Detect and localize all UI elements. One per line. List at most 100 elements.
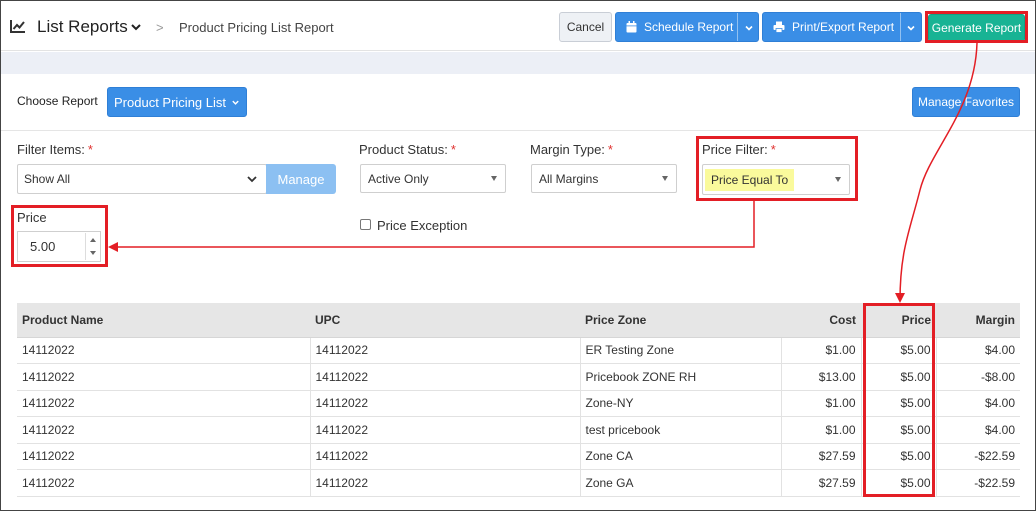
cell-price: $5.00 — [861, 469, 937, 497]
cell-price-zone: Zone CA — [580, 443, 782, 470]
column-header-cost[interactable]: Cost — [781, 303, 861, 338]
choose-report-dropdown[interactable]: Product Pricing List — [107, 87, 247, 117]
cell-cost: $1.00 — [781, 337, 862, 364]
schedule-report-button[interactable]: Schedule Report — [615, 12, 759, 42]
cell-margin: -$22.59 — [936, 469, 1020, 497]
column-header-product-name[interactable]: Product Name — [17, 303, 310, 338]
margin-type-label-text: Margin Type: — [530, 142, 605, 157]
cell-price: $5.00 — [861, 337, 937, 364]
cell-price: $5.00 — [861, 416, 937, 444]
product-status-label-text: Product Status: — [359, 142, 448, 157]
cell-price: $5.00 — [861, 443, 937, 470]
cell-price-zone: Zone-NY — [580, 390, 782, 417]
report-table: Product Name UPC Price Zone Cost Price M… — [17, 303, 1020, 497]
spinner-up-icon[interactable] — [90, 238, 96, 242]
price-spinner[interactable] — [85, 233, 99, 260]
filter-items-label: Filter Items: * — [17, 142, 93, 157]
cell-cost: $1.00 — [781, 390, 862, 417]
cell-cost: $13.00 — [781, 363, 862, 391]
price-filter-label-text: Price Filter: — [702, 142, 768, 157]
cell-cost: $27.59 — [781, 443, 862, 470]
cell-cost: $1.00 — [781, 416, 862, 444]
manage-button[interactable]: Manage — [266, 164, 336, 194]
required-mark: * — [607, 142, 613, 157]
cell-cost: $27.59 — [781, 469, 862, 497]
price-filter-value: Price Equal To — [705, 168, 795, 191]
cell-price-zone: ER Testing Zone — [580, 337, 782, 364]
cell-margin: $4.00 — [936, 416, 1020, 444]
price-exception-checkbox[interactable] — [360, 219, 371, 230]
cell-margin: $4.00 — [936, 337, 1020, 364]
chevron-down-icon[interactable] — [744, 23, 754, 33]
cell-upc: 14112022 — [310, 390, 581, 417]
product-status-select[interactable]: Active Only — [360, 164, 506, 193]
cell-price-zone: test pricebook — [580, 416, 782, 444]
column-header-margin[interactable]: Margin — [936, 303, 1020, 338]
chevron-down-icon[interactable] — [906, 23, 916, 33]
product-status-value: Active Only — [368, 171, 429, 186]
table-row: 14112022 14112022 Zone GA $27.59 $5.00 -… — [17, 469, 1020, 497]
header-bar: List Reports > Product Pricing List Repo… — [1, 1, 1035, 51]
chevron-down-icon[interactable] — [129, 20, 143, 34]
print-export-button[interactable]: Print/Export Report — [762, 12, 922, 42]
schedule-report-label: Schedule Report — [644, 20, 734, 34]
cell-upc: 14112022 — [310, 337, 581, 364]
margin-type-label: Margin Type: * — [530, 142, 613, 157]
print-export-label: Print/Export Report — [792, 20, 895, 34]
cell-upc: 14112022 — [310, 363, 581, 391]
header-shadow-band — [1, 52, 1035, 74]
price-input[interactable]: 5.00 — [17, 231, 101, 262]
price-label: Price — [17, 210, 47, 225]
manage-favorites-button[interactable]: Manage Favorites — [912, 87, 1020, 117]
filter-items-label-text: Filter Items: — [17, 142, 85, 157]
dropdown-arrow-icon — [835, 176, 841, 182]
breadcrumb-separator: > — [156, 20, 164, 35]
arrow-generate-to-price-column — [895, 42, 978, 303]
generate-report-button[interactable]: Generate Report — [928, 14, 1025, 42]
product-status-label: Product Status: * — [359, 142, 456, 157]
cell-margin: -$22.59 — [936, 443, 1020, 470]
choose-report-label: Choose Report — [17, 94, 98, 108]
column-header-upc[interactable]: UPC — [310, 303, 580, 338]
cell-margin: -$8.00 — [936, 363, 1020, 391]
line-chart-icon — [10, 20, 25, 33]
calendar-icon — [626, 21, 637, 33]
button-divider — [737, 13, 738, 41]
cell-product-name: 14112022 — [17, 390, 311, 417]
cell-price-zone: Pricebook ZONE RH — [580, 363, 782, 391]
table-header-row: Product Name UPC Price Zone Cost Price M… — [17, 303, 1020, 338]
cell-upc: 14112022 — [310, 469, 581, 497]
table-row: 14112022 14112022 Pricebook ZONE RH $13.… — [17, 363, 1020, 391]
table-row: 14112022 14112022 test pricebook $1.00 $… — [17, 416, 1020, 444]
cell-product-name: 14112022 — [17, 337, 311, 364]
button-divider — [900, 13, 901, 41]
cell-price: $5.00 — [861, 390, 937, 417]
column-header-price-zone[interactable]: Price Zone — [580, 303, 781, 338]
required-mark: * — [770, 142, 776, 157]
printer-icon — [773, 21, 785, 33]
cell-upc: 14112022 — [310, 443, 581, 470]
cell-upc: 14112022 — [310, 416, 581, 444]
cancel-button[interactable]: Cancel — [559, 12, 612, 42]
breadcrumb: Product Pricing List Report — [179, 20, 334, 35]
margin-type-select[interactable]: All Margins — [531, 164, 677, 193]
table-row: 14112022 14112022 Zone-NY $1.00 $5.00 $4… — [17, 390, 1020, 417]
dropdown-arrow-icon — [662, 175, 668, 181]
price-filter-select[interactable]: Price Equal To — [702, 164, 850, 195]
app-title: List Reports — [37, 17, 128, 36]
choose-report-value: Product Pricing List — [114, 94, 226, 110]
cell-product-name: 14112022 — [17, 416, 311, 444]
required-mark: * — [450, 142, 456, 157]
cell-product-name: 14112022 — [17, 363, 311, 391]
column-header-price[interactable]: Price — [861, 303, 936, 338]
chevron-down-icon — [247, 176, 257, 183]
margin-type-value: All Margins — [539, 171, 599, 186]
cell-product-name: 14112022 — [17, 443, 311, 470]
table-row: 14112022 14112022 Zone CA $27.59 $5.00 -… — [17, 443, 1020, 470]
price-value: 5.00 — [30, 239, 56, 254]
required-mark: * — [87, 142, 93, 157]
cell-price-zone: Zone GA — [580, 469, 782, 497]
chevron-down-icon — [232, 100, 239, 105]
spinner-down-icon[interactable] — [90, 251, 96, 255]
filter-items-select[interactable]: Show All — [17, 164, 267, 194]
